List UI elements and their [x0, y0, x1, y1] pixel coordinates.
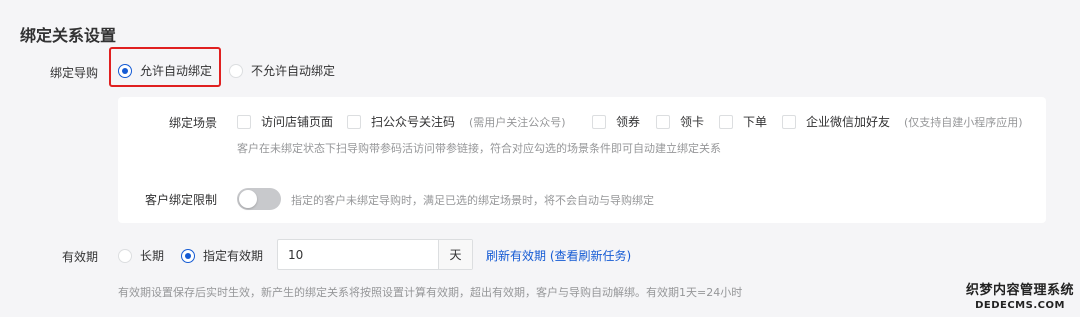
radio-long-term[interactable]: 长期 [118, 247, 164, 264]
checkbox-hint: (仅支持自建小程序应用) [904, 115, 1023, 129]
toggle-knob [239, 190, 257, 208]
checkbox-label: 扫公众号关注码 [371, 115, 456, 129]
restriction-label: 客户绑定限制 [145, 193, 218, 207]
checkbox-icon [592, 114, 606, 129]
radio-unchecked-icon [229, 63, 243, 78]
site-watermark: 织梦内容管理系统 DEDECMS.COM [966, 279, 1074, 311]
radio-disallow-auto-bind[interactable]: 不允许自动绑定 [229, 62, 335, 79]
watermark-line2: DEDECMS.COM [975, 300, 1065, 311]
restriction-toggle[interactable] [237, 188, 281, 210]
checkbox-visit-store[interactable]: 访问店铺页面 [237, 113, 333, 130]
radio-unchecked-icon [118, 248, 132, 263]
checkbox-scan-official-qr[interactable]: 扫公众号关注码 (需用户关注公众号) [347, 113, 566, 130]
watermark-line1: 织梦内容管理系统 [965, 283, 1074, 298]
radio-checked-icon [118, 63, 132, 78]
validity-help-text: 有效期设置保存后实时生效，新产生的绑定关系将按照设置计算有效期，超出有效期，客户… [118, 286, 743, 299]
checkbox-icon [719, 114, 733, 129]
restriction-help-text: 指定的客户未绑定导购时，满足已选的绑定场景时，将不会自动与导购绑定 [291, 194, 654, 207]
radio-allow-auto-bind[interactable]: 允许自动绑定 [118, 62, 212, 79]
checkbox-card[interactable]: 领卡 [656, 113, 704, 130]
refresh-validity-link[interactable]: 刷新有效期 (查看刷新任务) [486, 247, 631, 264]
radio-label: 长期 [140, 249, 165, 263]
checkbox-icon [782, 114, 796, 129]
checkbox-hint: (需用户关注公众号) [469, 115, 566, 129]
validity-days-input-group: 天 [277, 239, 473, 270]
scene-help-text: 客户在未绑定状态下扫导购带参码活访问带参链接，符合对应勾选的场景条件即可自动建立… [237, 142, 721, 155]
radio-label: 不允许自动绑定 [251, 64, 336, 78]
radio-checked-icon [181, 248, 195, 263]
checkbox-label: 领卡 [680, 115, 705, 129]
checkbox-coupon[interactable]: 领券 [592, 113, 640, 130]
checkbox-icon [347, 114, 361, 129]
checkbox-label: 领券 [616, 115, 641, 129]
days-unit-addon: 天 [438, 240, 472, 269]
scene-label: 绑定场景 [169, 116, 218, 130]
radio-specified-period[interactable]: 指定有效期 [181, 247, 263, 264]
checkbox-icon [656, 114, 670, 129]
checkbox-label: 访问店铺页面 [261, 115, 334, 129]
checkbox-icon [237, 114, 251, 129]
validity-days-input[interactable] [278, 240, 438, 269]
radio-label: 指定有效期 [203, 249, 264, 263]
checkbox-wecom-friend[interactable]: 企业微信加好友 (仅支持自建小程序应用) [782, 113, 1023, 130]
bind-guide-label: 绑定导购 [50, 66, 99, 80]
radio-label: 允许自动绑定 [140, 64, 213, 78]
checkbox-order[interactable]: 下单 [719, 113, 767, 130]
section-title: 绑定关系设置 [20, 26, 117, 45]
checkbox-label: 企业微信加好友 [806, 115, 891, 129]
checkbox-label: 下单 [743, 115, 768, 129]
validity-label: 有效期 [62, 250, 99, 264]
